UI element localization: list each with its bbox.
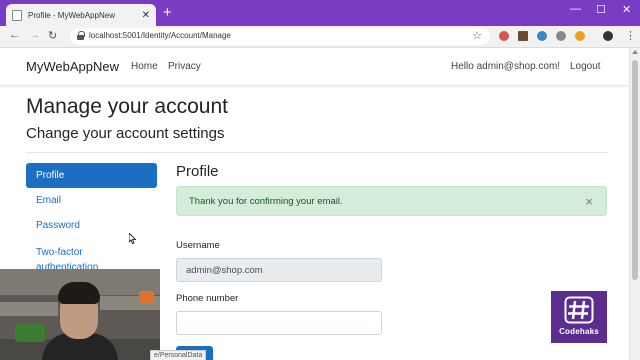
profile-heading: Profile: [176, 163, 219, 180]
extension-icon[interactable]: [499, 31, 509, 41]
address-bar[interactable]: localhost:5001/Identity/Account/Manage ☆: [70, 28, 490, 45]
extension-icon[interactable]: [518, 31, 528, 41]
tab-title: Profile - MyWebAppNew: [28, 10, 115, 20]
browser-status-url: e/PersonalData: [150, 350, 207, 360]
tab-close-icon[interactable]: ✕: [142, 10, 150, 21]
webcam-desk: [0, 302, 58, 316]
extension-icon[interactable]: [556, 31, 566, 41]
browser-tab[interactable]: Profile - MyWebAppNew ✕: [6, 4, 156, 26]
webcam-chair: [15, 324, 45, 342]
divider: [26, 152, 608, 153]
alert-message: Thank you for confirming your email.: [189, 196, 343, 207]
browser-toolbar: ← → ↻ localhost:5001/Identity/Account/Ma…: [0, 26, 640, 48]
reload-button[interactable]: ↻: [48, 29, 57, 42]
phone-number-label: Phone number: [176, 293, 239, 304]
webcam-person-hair: [58, 282, 100, 304]
close-window-button[interactable]: ✕: [622, 3, 631, 16]
page-scrollbar[interactable]: [629, 48, 640, 360]
page-icon: [12, 9, 22, 21]
new-tab-button[interactable]: +: [163, 5, 172, 20]
success-alert: Thank you for confirming your email. ×: [176, 186, 607, 216]
hash-logo-icon: [564, 296, 594, 324]
nav-privacy-link[interactable]: Privacy: [168, 61, 201, 72]
maximize-button[interactable]: ☐: [596, 3, 606, 16]
sidebar-item-password[interactable]: Password: [36, 220, 80, 231]
back-button[interactable]: ←: [9, 29, 20, 41]
scrollbar-thumb[interactable]: [632, 60, 638, 280]
lock-icon: [77, 31, 85, 40]
bookmark-star-icon[interactable]: ☆: [472, 29, 482, 42]
logo-text: Codehaks: [559, 327, 599, 336]
brand-link[interactable]: MyWebAppNew: [26, 59, 119, 74]
browser-menu-icon[interactable]: ⋮: [625, 29, 636, 42]
close-icon[interactable]: ×: [585, 194, 593, 209]
sidebar-item-email[interactable]: Email: [36, 195, 61, 206]
minimize-button[interactable]: —: [570, 3, 581, 15]
nav-logout-link[interactable]: Logout: [570, 61, 601, 72]
page-subtitle: Change your account settings: [26, 125, 225, 142]
nav-home-link[interactable]: Home: [131, 61, 158, 72]
phone-number-field[interactable]: [176, 311, 382, 335]
url-text: localhost:5001/Identity/Account/Manage: [89, 31, 231, 40]
browser-window: Profile - MyWebAppNew ✕ + — ☐ ✕ ← → ↻ lo…: [0, 0, 640, 360]
browser-title-bar: Profile - MyWebAppNew ✕ + — ☐ ✕: [0, 0, 640, 26]
forward-button[interactable]: →: [29, 29, 40, 41]
webcam-overlay: [0, 269, 160, 360]
mouse-cursor-icon: [129, 233, 136, 244]
site-navbar: MyWebAppNew Home Privacy Hello admin@sho…: [0, 48, 640, 86]
codehaks-logo: Codehaks: [551, 291, 607, 343]
scroll-up-arrow-icon[interactable]: [632, 50, 638, 54]
webcam-object: [139, 291, 154, 303]
profile-avatar-icon[interactable]: [603, 31, 613, 41]
sidebar-item-label[interactable]: Profile: [36, 170, 64, 181]
page-title: Manage your account: [26, 95, 228, 118]
username-field[interactable]: admin@shop.com: [176, 258, 382, 282]
nav-user-greeting-link[interactable]: Hello admin@shop.com!: [451, 61, 560, 72]
username-label: Username: [176, 240, 220, 251]
extension-icon[interactable]: [575, 31, 585, 41]
extension-icon[interactable]: [537, 31, 547, 41]
